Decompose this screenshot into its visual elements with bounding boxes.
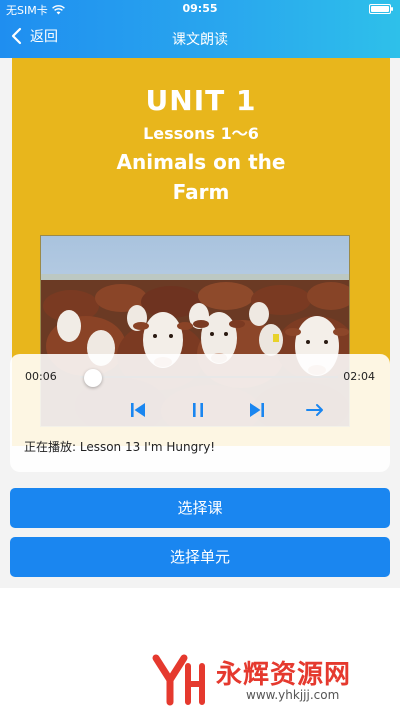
current-time: 00:06 [25,370,57,383]
audio-player: 00:06 02:04 正在播放: Lesson 13 I'm Hungry! [10,354,390,472]
cover-lessons: Lessons 1～6 [143,124,259,143]
progress-knob[interactable] [83,369,102,387]
cover-title-line-2: Farm [172,180,230,204]
total-time: 02:04 [343,370,375,383]
watermark-url: www.yhkjjj.com [246,688,340,702]
watermark: 永辉资源网 www.yhkjjj.com [150,650,400,708]
cover-title-line-1: Animals on the [116,150,286,174]
status-bar: 无SIM卡 09:55 [0,0,400,18]
arrow-right-icon[interactable] [303,398,327,422]
nav-row: 返回 课文朗读 [0,22,400,56]
select-lesson-button[interactable]: 选择课 [10,488,390,528]
progress-track[interactable] [80,376,338,378]
watermark-logo-icon [152,654,205,706]
cover-unit-title: UNIT 1 [145,84,257,117]
now-playing-text: 正在播放: Lesson 13 I'm Hungry! [24,440,216,454]
watermark-name: 永辉资源网 [216,660,352,690]
select-unit-button[interactable]: 选择单元 [10,537,390,577]
clock: 09:55 [182,2,218,15]
pause-icon[interactable] [186,398,210,422]
header-bar: 无SIM卡 09:55 返回 课文朗读 [0,0,400,58]
previous-icon[interactable] [126,398,150,422]
page-title: 课文朗读 [172,32,228,48]
battery-icon [369,4,393,14]
screen: 无SIM卡 09:55 返回 课文朗读 UNIT 1 Lessons 1～6 A… [0,0,400,711]
next-icon[interactable] [245,398,269,422]
